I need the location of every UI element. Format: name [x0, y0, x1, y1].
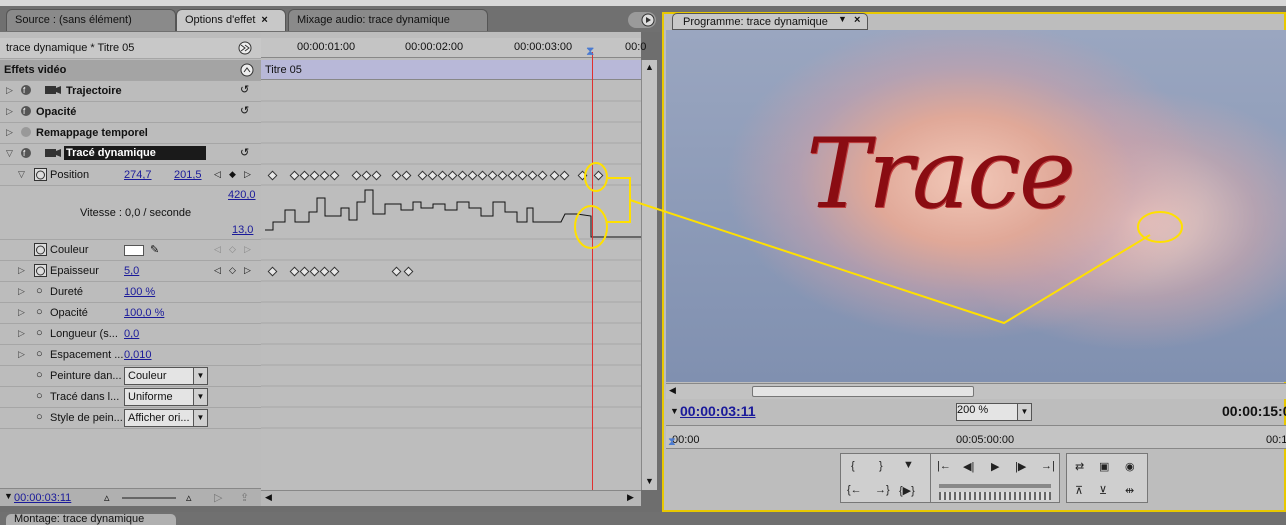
marker-controls: { } ▼ {← →} {▶}	[840, 453, 932, 503]
next-edit-icon[interactable]: →|	[1041, 460, 1055, 472]
transport-controls: |← ◀| ▶ |▶ →|	[930, 453, 1060, 503]
step-forward-icon[interactable]: |▶	[1015, 460, 1026, 473]
mark-in-icon[interactable]: {	[851, 460, 855, 472]
loop-icon[interactable]: ⇄	[1075, 460, 1084, 473]
filter-icon[interactable]: ▼	[670, 406, 679, 416]
zoom-select[interactable]: 200 % ▼	[956, 403, 1032, 421]
mark-out-icon[interactable]: }	[879, 460, 883, 472]
play-icon[interactable]: ▶	[991, 460, 999, 473]
go-to-in-icon[interactable]: {←	[847, 484, 862, 496]
monitor-info-row: ▼ 00:00:03:11 200 % ▼ 00:00:15:0	[666, 401, 1286, 423]
step-back-icon[interactable]: ◀|	[963, 460, 974, 473]
ruler-end: 00:1	[1266, 434, 1286, 446]
program-duration: 00:00:15:0	[1222, 403, 1286, 419]
trim-icon[interactable]: ⇹	[1125, 484, 1134, 497]
previous-edit-icon[interactable]: |←	[937, 460, 951, 472]
marker-icon[interactable]: ▼	[903, 459, 914, 471]
play-in-out-icon[interactable]: {▶}	[899, 484, 915, 497]
playhead-icon[interactable]: ⧗	[668, 436, 676, 449]
ruler-start: 00:00	[672, 434, 700, 446]
scroll-left-icon[interactable]: ◀	[669, 385, 676, 396]
program-time[interactable]: 00:00:03:11	[680, 403, 756, 419]
monitor-ruler[interactable]: 00:00 00:05:00:00 00:1 ⧗	[666, 425, 1286, 449]
tab-timeline[interactable]: Montage: trace dynamique	[6, 514, 176, 525]
ruler-mid: 00:05:00:00	[956, 434, 1015, 446]
go-to-out-icon[interactable]: →}	[875, 484, 890, 496]
chevron-down-icon[interactable]: ▼	[1017, 404, 1031, 420]
output-icon[interactable]: ◉	[1125, 460, 1135, 473]
zoom-select-value: 200 %	[957, 404, 989, 416]
extract-icon[interactable]: ⊻	[1099, 484, 1107, 497]
jog-wheel[interactable]	[939, 492, 1051, 500]
bottom-tab-row: Montage: trace dynamique	[0, 512, 1286, 525]
tab-timeline-label: Montage: trace dynamique	[14, 514, 145, 525]
edit-controls: ⇄ ▣ ◉ ⊼ ⊻ ⇹	[1066, 453, 1148, 503]
lift-icon[interactable]: ⊼	[1075, 484, 1083, 497]
scroll-thumb[interactable]	[752, 386, 974, 397]
shuttle-slider[interactable]	[939, 484, 1051, 488]
safe-margins-icon[interactable]: ▣	[1099, 460, 1109, 473]
monitor-hscroll[interactable]: ◀	[666, 383, 1286, 399]
